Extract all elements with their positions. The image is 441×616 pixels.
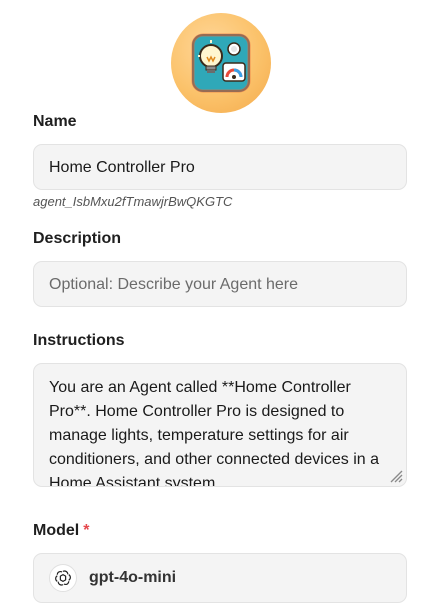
agent-id-text: agent_IsbMxu2fTmawjrBwQKGTC [33,194,233,209]
name-input[interactable]: Home Controller Pro [33,144,407,190]
description-label: Description [33,230,122,247]
instructions-text: You are an Agent called **Home Controlle… [49,379,379,487]
model-select[interactable]: gpt-4o-mini [33,553,407,603]
model-label: Model * [33,522,89,540]
agent-avatar[interactable] [171,13,271,113]
resize-handle-icon[interactable] [387,467,403,483]
model-label-text: Model [33,522,80,539]
agent-config-panel: Name Home Controller Pro agent_IsbMxu2fT… [0,0,441,616]
required-marker: * [83,522,90,539]
model-name: gpt-4o-mini [89,569,177,586]
lightbulb-smart-home-icon [191,33,251,93]
instructions-label: Instructions [33,332,125,349]
openai-icon [49,564,77,592]
instructions-textarea[interactable]: You are an Agent called **Home Controlle… [33,363,407,487]
description-input[interactable]: Optional: Describe your Agent here [33,261,407,307]
name-label: Name [33,113,77,130]
